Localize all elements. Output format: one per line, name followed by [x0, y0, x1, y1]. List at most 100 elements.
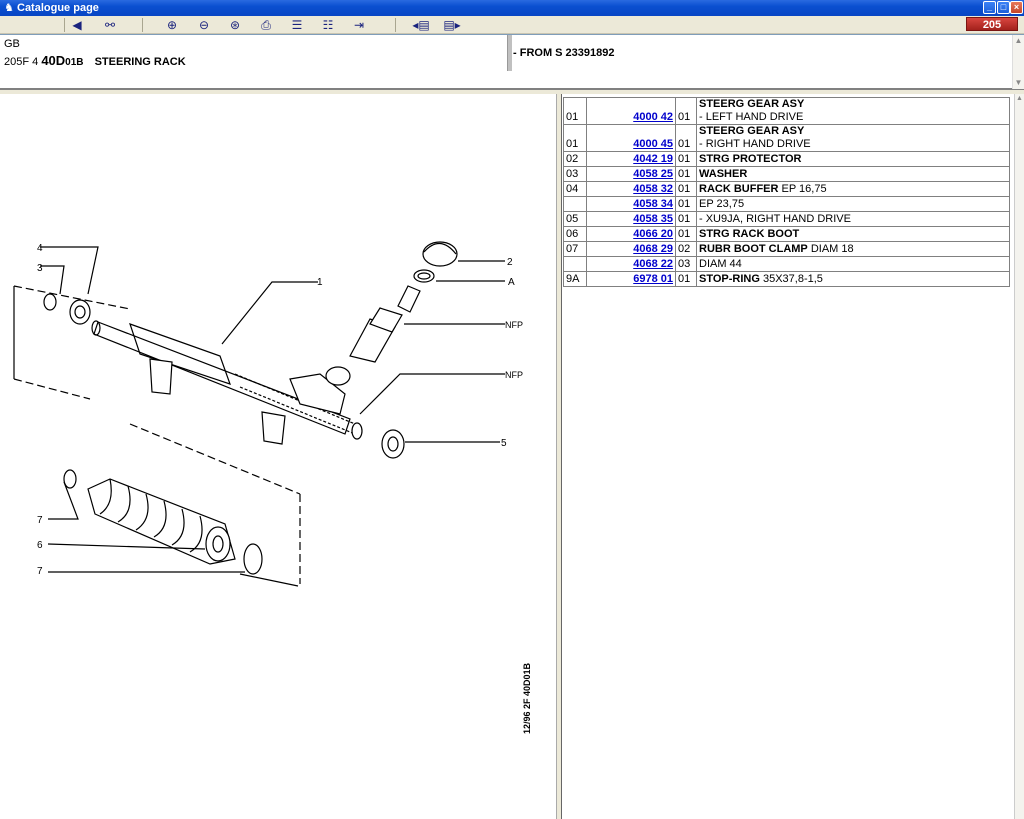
- part-number-cell: 6978 01: [586, 271, 676, 287]
- zoom-pan-icon[interactable]: ⊛: [224, 17, 246, 33]
- description-cell: RACK BUFFER EP 16,75: [696, 181, 1010, 197]
- parts-row[interactable]: 4058 34 01 EP 23,75: [563, 196, 1010, 212]
- exit-icon[interactable]: ⇥: [348, 17, 370, 33]
- part-number-link[interactable]: 4068 29: [633, 243, 673, 255]
- quantity-cell: 03: [675, 256, 697, 272]
- parts-row[interactable]: 01 4000 45 01 STEERG GEAR ASY - RIGHT HAND D…: [563, 124, 1010, 152]
- description-title: RUBR BOOT CLAMP: [699, 243, 808, 255]
- peugeot-lion-icon: ♞: [4, 2, 14, 14]
- serial-range: - FROM S 23391892: [513, 47, 615, 59]
- previous-page-icon[interactable]: ◂▤: [410, 17, 432, 33]
- quantity-cell: 01: [675, 181, 697, 197]
- toolbar-separator: [395, 18, 396, 32]
- close-button[interactable]: ×: [1010, 1, 1023, 14]
- quantity-cell: 01: [675, 166, 697, 182]
- description-cell: EP 23,75: [696, 196, 1010, 212]
- callout-6: 6: [37, 540, 43, 551]
- part-number-link[interactable]: 6978 01: [633, 273, 673, 285]
- part-number-link[interactable]: 4066 20: [633, 228, 673, 240]
- ref-cell: 02: [563, 151, 587, 167]
- minimize-button[interactable]: _: [983, 1, 996, 14]
- description-detail: 35X37,8-1,5: [759, 273, 823, 285]
- part-number-link[interactable]: 4000 45: [633, 138, 673, 150]
- print-icon[interactable]: ⎙: [255, 17, 277, 33]
- callout-2: 2: [507, 257, 513, 268]
- scroll-down-icon[interactable]: ▼: [1013, 77, 1024, 89]
- part-number-link[interactable]: 4000 42: [633, 111, 673, 123]
- maximize-button[interactable]: □: [997, 1, 1010, 14]
- callout-7-lower: 7: [37, 566, 43, 577]
- quantity-cell: 01: [675, 196, 697, 212]
- description-cell: STEERG GEAR ASY - LEFT HAND DRIVE: [696, 97, 1010, 125]
- parts-row[interactable]: 06 4066 20 01 STRG RACK BOOT: [563, 226, 1010, 242]
- description-cell: STRG RACK BOOT: [696, 226, 1010, 242]
- steering-rack-diagram: 1 2 3 4 5 6 7 7 A NFP NFP 12/96 2F 40D01…: [13, 241, 532, 734]
- ref-cell: 01: [563, 124, 587, 152]
- description-title: STEERG GEAR ASY: [699, 125, 805, 137]
- part-number-cell: 4000 45: [586, 124, 676, 152]
- part-number-cell: 4058 34: [586, 196, 676, 212]
- binoculars-icon[interactable]: ⚯: [99, 17, 121, 33]
- description-variant: - LEFT HAND DRIVE: [699, 111, 804, 123]
- header-scrollbar[interactable]: ▲ ▼: [1012, 35, 1024, 89]
- scroll-up-icon[interactable]: ▲: [1013, 35, 1024, 47]
- part-number-link[interactable]: 4058 25: [633, 168, 673, 180]
- ref-cell: [563, 196, 587, 212]
- description-detail: EP 23,75: [699, 198, 745, 210]
- part-number-link[interactable]: 4058 32: [633, 183, 673, 195]
- description-cell: WASHER: [696, 166, 1010, 182]
- parts-pane: 01 4000 42 01 STEERG GEAR ASY - LEFT HAND DR…: [562, 94, 1014, 819]
- ref-cell: 9A: [563, 271, 587, 287]
- list-detail-icon[interactable]: ☷: [317, 17, 339, 33]
- description-detail: DIAM 44: [699, 258, 742, 270]
- parts-row[interactable]: 02 4042 19 01 STRG PROTECTOR: [563, 151, 1010, 167]
- toolbar: ◀ ⚯ ⊕ ⊖ ⊛ ⎙ ☰ ☷ ⇥ ◂▤ ▤▸ 205: [0, 16, 1024, 34]
- description-cell: RUBR BOOT CLAMP DIAM 18: [696, 241, 1010, 257]
- parts-row[interactable]: 04 4058 32 01 RACK BUFFER EP 16,75: [563, 181, 1010, 197]
- quantity-cell: 01: [675, 151, 697, 167]
- diagram-pane: 1 2 3 4 5 6 7 7 A NFP NFP 12/96 2F 40D01…: [0, 94, 556, 819]
- part-number-cell: 4058 25: [586, 166, 676, 182]
- parts-row[interactable]: 4068 22 03 DIAM 44: [563, 256, 1010, 272]
- part-number-link[interactable]: 4068 22: [633, 258, 673, 270]
- quantity-cell: 01: [675, 97, 697, 125]
- parts-row[interactable]: 03 4058 25 01 WASHER: [563, 166, 1010, 182]
- part-number-link[interactable]: 4042 19: [633, 153, 673, 165]
- parts-row[interactable]: 9A 6978 01 01 STOP-RING 35X37,8-1,5: [563, 271, 1010, 287]
- part-number-link[interactable]: 4058 35: [633, 213, 673, 225]
- group-number: 40D: [41, 53, 66, 68]
- quantity-cell: 01: [675, 271, 697, 287]
- parts-row[interactable]: 07 4068 29 02 RUBR BOOT CLAMP DIAM 18: [563, 241, 1010, 257]
- parts-row[interactable]: 05 4058 35 01- XU9JA, RIGHT HAND DRIVE: [563, 211, 1010, 227]
- callout-nfp-1: NFP: [505, 320, 523, 330]
- zoom-out-icon[interactable]: ⊖: [193, 17, 215, 33]
- ref-cell: 06: [563, 226, 587, 242]
- header-splitter[interactable]: [507, 35, 512, 71]
- zoom-in-icon[interactable]: ⊕: [161, 17, 183, 33]
- description-detail: - XU9JA, RIGHT HAND DRIVE: [699, 213, 851, 225]
- language-code: GB: [4, 38, 20, 50]
- ref-cell: 07: [563, 241, 587, 257]
- part-number-cell: 4058 32: [586, 181, 676, 197]
- quantity-cell: 01: [675, 211, 697, 227]
- description-title: STRG PROTECTOR: [699, 153, 802, 165]
- group-subnumber: 01B: [65, 57, 84, 68]
- title-bar: ♞ Catalogue page _ □ ×: [0, 0, 1024, 16]
- description-detail: DIAM 18: [807, 243, 854, 255]
- quantity-cell: 02: [675, 241, 697, 257]
- callout-3: 3: [37, 263, 43, 274]
- description-title: STRG RACK BOOT: [699, 228, 800, 240]
- part-number-cell: 4058 35: [586, 211, 676, 227]
- group-name: STEERING RACK: [94, 56, 186, 68]
- next-page-icon[interactable]: ▤▸: [441, 17, 463, 33]
- parts-scrollbar[interactable]: ▲: [1014, 94, 1024, 819]
- part-number-cell: 4000 42: [586, 97, 676, 125]
- part-number-link[interactable]: 4058 34: [633, 198, 673, 210]
- description-title: RACK BUFFER: [699, 183, 779, 195]
- model-code: 205F 4: [4, 56, 39, 68]
- scroll-up-icon[interactable]: ▲: [1015, 94, 1024, 104]
- parts-row[interactable]: 01 4000 42 01 STEERG GEAR ASY - LEFT HAND DR…: [563, 97, 1010, 125]
- diagram-reference-code: 12/96 2F 40D01B: [522, 662, 532, 734]
- list-view-icon[interactable]: ☰: [286, 17, 308, 33]
- back-arrow-icon[interactable]: ◀: [66, 17, 88, 33]
